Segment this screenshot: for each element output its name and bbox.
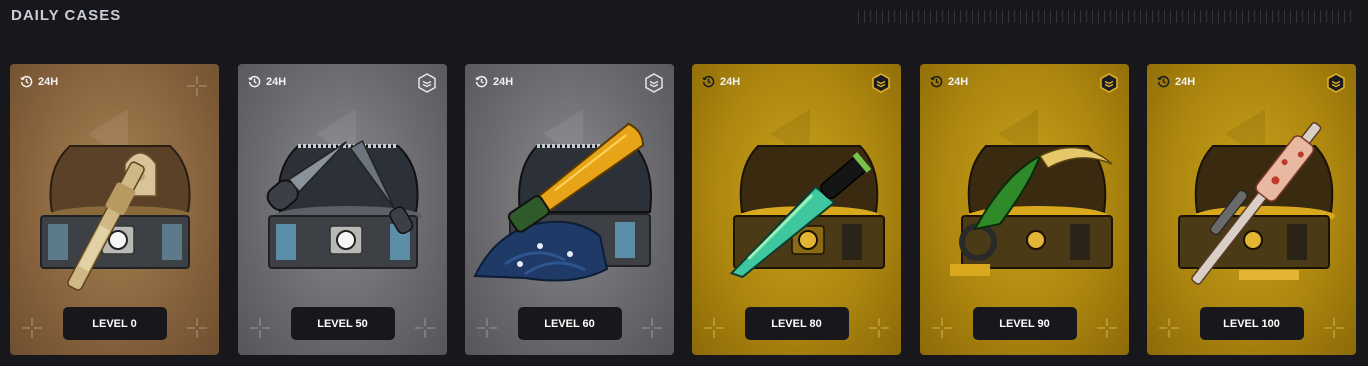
case-card-level-90[interactable]: 24H LEVEL 90 xyxy=(920,64,1129,355)
sparkle-icon xyxy=(642,318,662,343)
case-card-level-0[interactable]: 24H LEVEL 0 xyxy=(10,64,219,355)
section-title: DAILY CASES xyxy=(11,7,122,24)
sparkle-icon xyxy=(704,318,724,343)
sparkle-icon xyxy=(1097,318,1117,343)
sparkle-icon xyxy=(22,318,42,343)
case-card-level-80[interactable]: 24H LEVEL 80 xyxy=(692,64,901,355)
sparkle-icon xyxy=(932,318,952,343)
sparkle-icon xyxy=(869,318,889,343)
level-button[interactable]: LEVEL 0 xyxy=(62,307,167,340)
case-card-level-60[interactable]: 24H LEVEL 60 xyxy=(465,64,674,355)
level-button[interactable]: LEVEL 50 xyxy=(290,307,395,340)
level-button[interactable]: LEVEL 100 xyxy=(1199,307,1304,340)
level-button[interactable]: LEVEL 90 xyxy=(972,307,1077,340)
level-button[interactable]: LEVEL 60 xyxy=(517,307,622,340)
level-button[interactable]: LEVEL 80 xyxy=(744,307,849,340)
sparkle-icon xyxy=(1159,318,1179,343)
sparkle-icon xyxy=(187,318,207,343)
case-card-level-50[interactable]: 24H LEVEL 50 xyxy=(238,64,447,355)
case-card-level-100[interactable]: 24H LEVEL 100 xyxy=(1147,64,1356,355)
sparkle-icon xyxy=(250,318,270,343)
decorative-stripes xyxy=(858,10,1356,23)
sparkle-icon xyxy=(477,318,497,343)
sparkle-icon xyxy=(415,318,435,343)
sparkle-icon xyxy=(1324,318,1344,343)
